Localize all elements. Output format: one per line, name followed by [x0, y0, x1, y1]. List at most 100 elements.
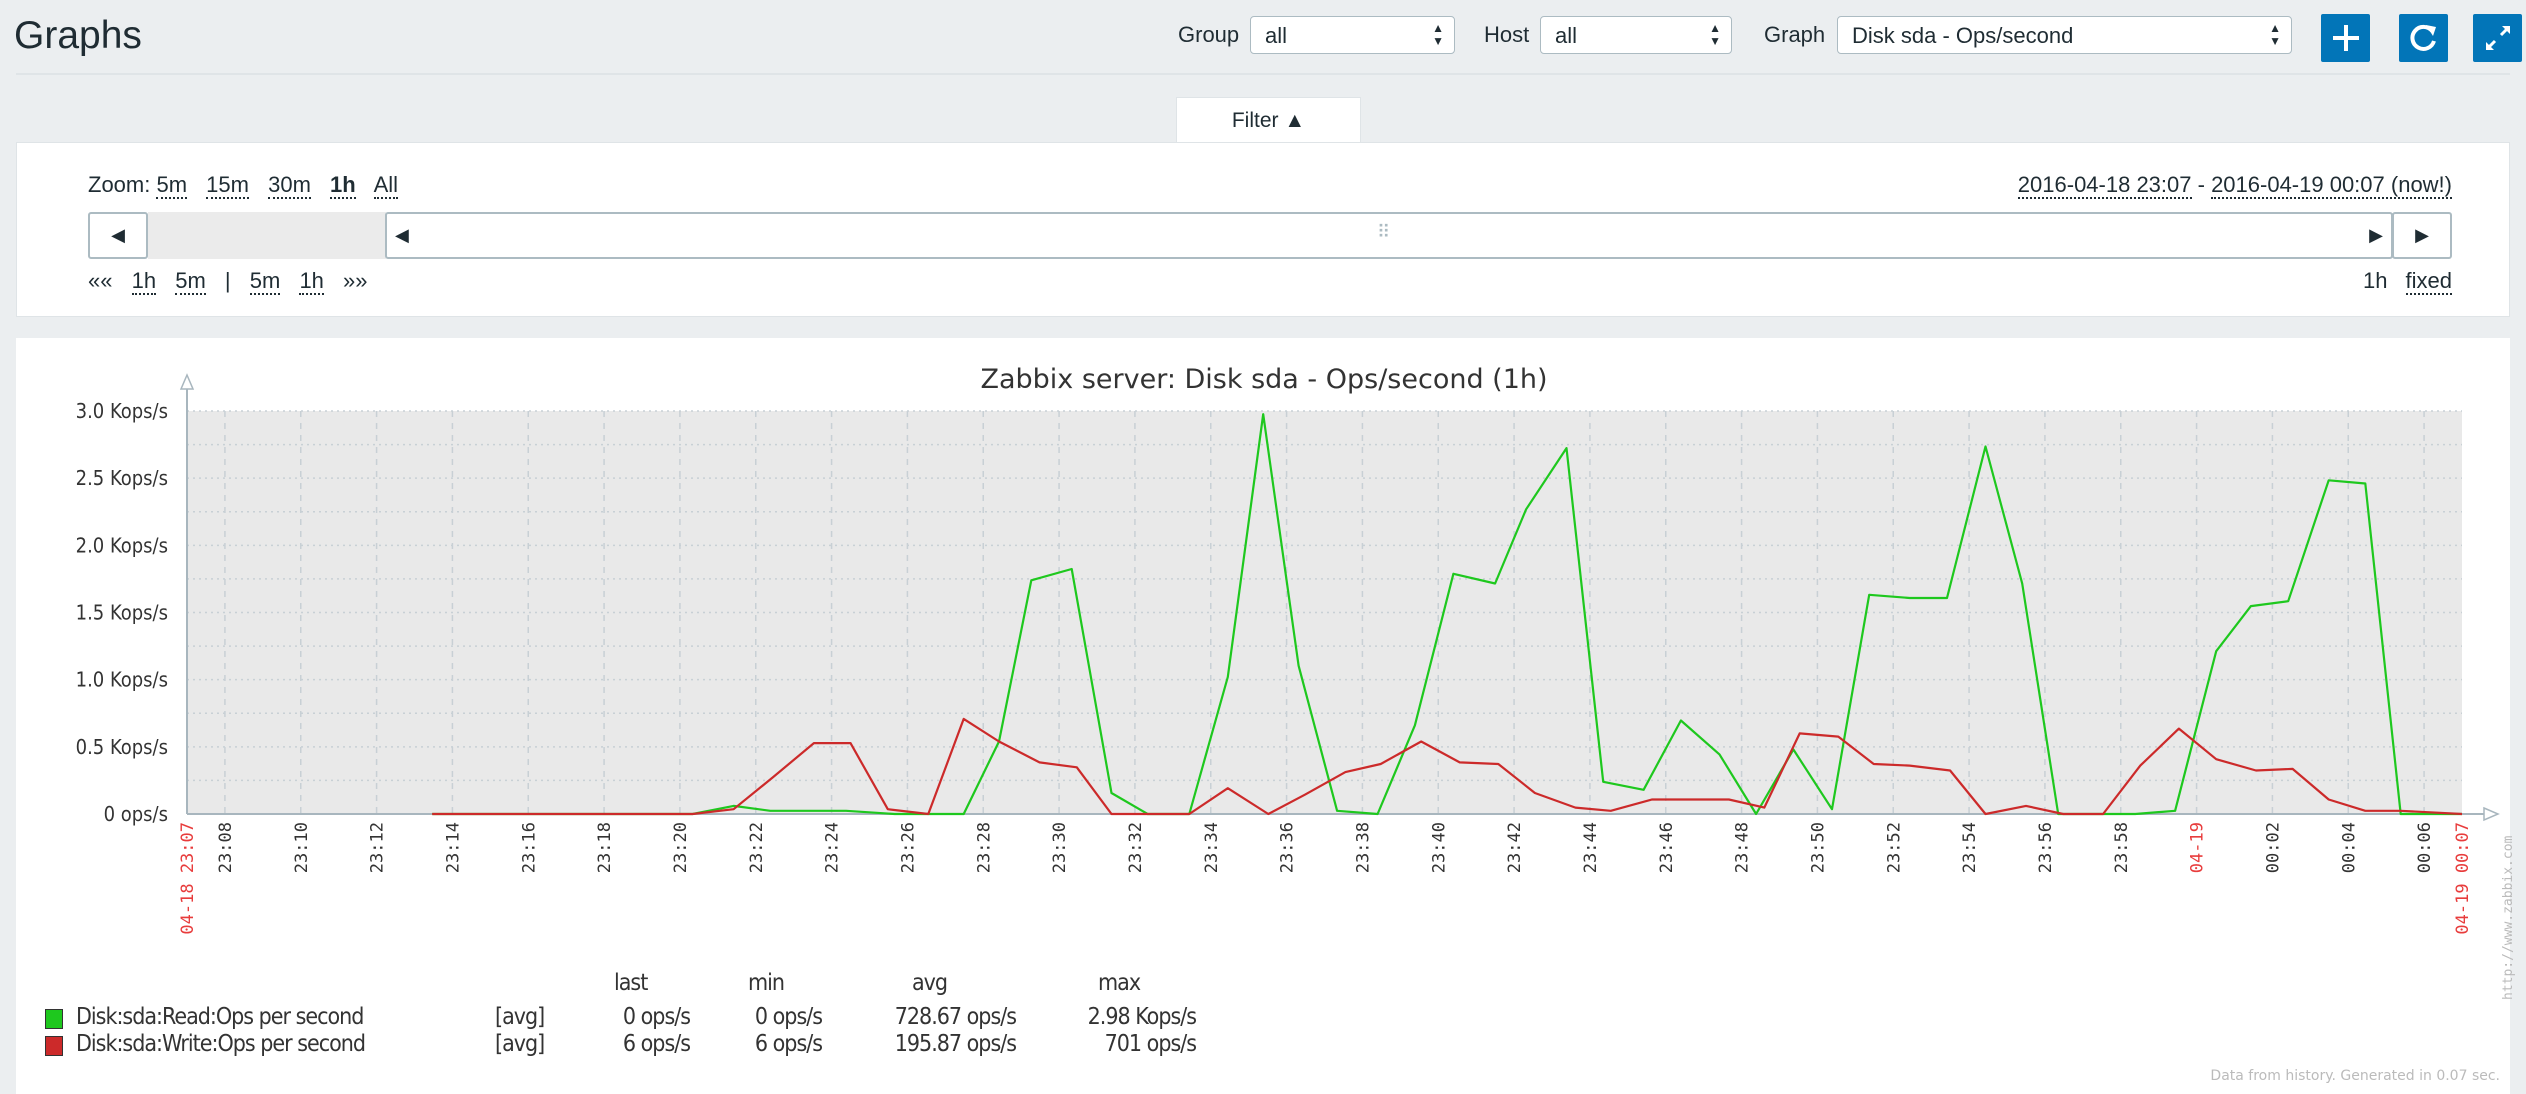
nav-back-5m[interactable]: 5m — [175, 268, 206, 295]
legend-min: 6 ops/s — [754, 1031, 823, 1057]
add-to-favorites-button[interactable] — [2321, 14, 2370, 62]
legend-color-swatch — [45, 1036, 63, 1056]
host-select[interactable]: all ▲ ▼ — [1540, 16, 1732, 54]
x-tick-label: 04-19 00:07 — [2453, 822, 2473, 935]
period-value: 1h — [2363, 268, 2388, 293]
group-select[interactable]: all ▲ ▼ — [1250, 16, 1455, 54]
watermark: http://www.zabbix.com — [2501, 835, 2516, 1000]
x-tick-label: 23:46 — [1657, 822, 1677, 873]
scrollbar-track — [148, 212, 386, 259]
legend-color-swatch — [45, 1009, 63, 1029]
legend-header-avg: avg — [912, 970, 948, 996]
y-tick-label: 1.0 Kops/s — [76, 668, 168, 692]
resize-right-handle-icon[interactable]: ▶ — [2369, 225, 2383, 246]
legend-last: 6 ops/s — [622, 1031, 691, 1057]
zoom-15m[interactable]: 15m — [206, 172, 249, 199]
legend-avg: 195.87 ops/s — [894, 1031, 1017, 1057]
plus-icon — [2332, 25, 2359, 51]
legend-func: [avg] — [495, 1004, 545, 1030]
x-tick-label: 04-19 — [2188, 822, 2208, 873]
select-arrows-icon: ▲ ▼ — [2269, 21, 2281, 48]
legend-item-name: Disk:sda:Write:Ops per second — [76, 1031, 366, 1057]
zoom-row: Zoom: 5m 15m 30m 1h All — [88, 172, 411, 199]
zoom-30m[interactable]: 30m — [268, 172, 311, 199]
host-label: Host — [1484, 22, 1530, 47]
x-tick-label: 23:42 — [1505, 822, 1525, 873]
x-tick-label: 23:12 — [368, 822, 388, 873]
date-range: 2016-04-18 23:07 - 2016-04-19 00:07 (now… — [2017, 172, 2452, 199]
legend-func: [avg] — [495, 1031, 545, 1057]
arrow-left-icon: ◀ — [111, 225, 125, 245]
y-axis-arrow-icon — [179, 373, 195, 390]
x-axis-arrow-icon — [2483, 806, 2500, 822]
nav-fwd-all[interactable]: »» — [343, 268, 367, 293]
x-tick-label: 00:02 — [2263, 822, 2283, 873]
period-row: 1h fixed — [2363, 268, 2452, 295]
x-tick-label: 23:22 — [747, 822, 767, 873]
legend-item-name: Disk:sda:Read:Ops per second — [76, 1004, 364, 1030]
x-tick-label: 23:48 — [1733, 822, 1753, 873]
nav-fwd-5m[interactable]: 5m — [249, 268, 281, 295]
nav-back-1h[interactable]: 1h — [131, 268, 157, 295]
zoom-5m[interactable]: 5m — [156, 172, 188, 199]
x-tick-label: 23:56 — [2036, 822, 2056, 873]
scroll-right-button[interactable]: ▶ — [2392, 212, 2452, 259]
resize-left-handle-icon[interactable]: ◀ — [395, 225, 409, 246]
scroll-left-button[interactable]: ◀ — [88, 212, 148, 259]
legend-header-max: max — [1098, 970, 1141, 996]
legend-max: 701 ops/s — [1104, 1031, 1197, 1057]
graph-chart: Zabbix server: Disk sda - Ops/second (1h… — [76, 364, 2516, 1000]
legend-header-last: last — [614, 970, 648, 996]
legend-min: 0 ops/s — [754, 1004, 823, 1030]
range-to[interactable]: 2016-04-19 00:07 (now!) — [2211, 172, 2452, 199]
page-title: Graphs — [14, 14, 142, 57]
legend-avg: 728.67 ops/s — [894, 1004, 1017, 1030]
x-tick-label: 23:54 — [1960, 822, 1980, 873]
range-from[interactable]: 2016-04-18 23:07 — [2017, 172, 2192, 199]
nav-back-all[interactable]: «« — [88, 268, 112, 293]
arrow-right-icon: ▶ — [2415, 225, 2429, 245]
x-tick-label: 23:20 — [671, 822, 691, 873]
x-tick-label: 23:38 — [1353, 822, 1373, 873]
y-tick-label: 3.0 Kops/s — [76, 399, 168, 423]
zoom-1h[interactable]: 1h — [330, 172, 356, 199]
nav-separator: | — [224, 268, 231, 293]
y-tick-label: 0 ops/s — [104, 802, 168, 826]
graph-select[interactable]: Disk sda - Ops/second ▲ ▼ — [1837, 16, 2292, 54]
refresh-icon — [2409, 24, 2436, 51]
zoom-all[interactable]: All — [373, 172, 399, 199]
generation-info: Data from history. Generated in 0.07 sec… — [2210, 1068, 2500, 1084]
x-tick-label: 00:06 — [2415, 822, 2435, 873]
y-tick-label: 1.5 Kops/s — [76, 601, 168, 625]
x-tick-label: 04-18 23:07 — [178, 822, 198, 935]
x-tick-label: 23:08 — [216, 822, 236, 873]
legend-last: 0 ops/s — [622, 1004, 691, 1030]
x-tick-label: 23:16 — [519, 822, 539, 873]
x-tick-label: 23:50 — [1808, 822, 1828, 873]
header-divider — [16, 73, 2510, 75]
y-tick-label: 2.0 Kops/s — [76, 533, 168, 557]
drag-grip-icon[interactable]: ⠿ — [1377, 222, 1390, 243]
nav-row: «« 1h 5m | 5m 1h »» — [88, 268, 368, 295]
x-tick-label: 23:10 — [292, 822, 312, 873]
graph-label: Graph — [1764, 22, 1826, 47]
x-tick-label: 23:14 — [443, 822, 463, 873]
group-select-value: all — [1265, 23, 1288, 48]
fixed-toggle[interactable]: fixed — [2405, 268, 2452, 295]
fullscreen-icon — [2485, 25, 2510, 51]
fullscreen-button[interactable] — [2473, 14, 2522, 62]
legend-header-min: min — [748, 970, 785, 996]
group-label: Group — [1178, 22, 1240, 47]
x-tick-label: 23:18 — [595, 822, 615, 873]
filter-tab[interactable]: Filter ▲ — [1176, 97, 1361, 143]
refresh-button[interactable] — [2399, 14, 2448, 62]
period-scrollbar[interactable]: ◀ ⠿ ▶ — [385, 212, 2393, 259]
select-arrows-icon: ▲ ▼ — [1432, 21, 1444, 48]
x-tick-label: 00:04 — [2339, 822, 2359, 873]
x-tick-label: 23:34 — [1202, 822, 1222, 873]
x-tick-label: 23:44 — [1581, 822, 1601, 873]
y-tick-label: 2.5 Kops/s — [76, 466, 168, 490]
x-tick-label: 23:58 — [2112, 822, 2132, 873]
zoom-label: Zoom: — [88, 172, 151, 197]
nav-fwd-1h[interactable]: 1h — [299, 268, 324, 295]
